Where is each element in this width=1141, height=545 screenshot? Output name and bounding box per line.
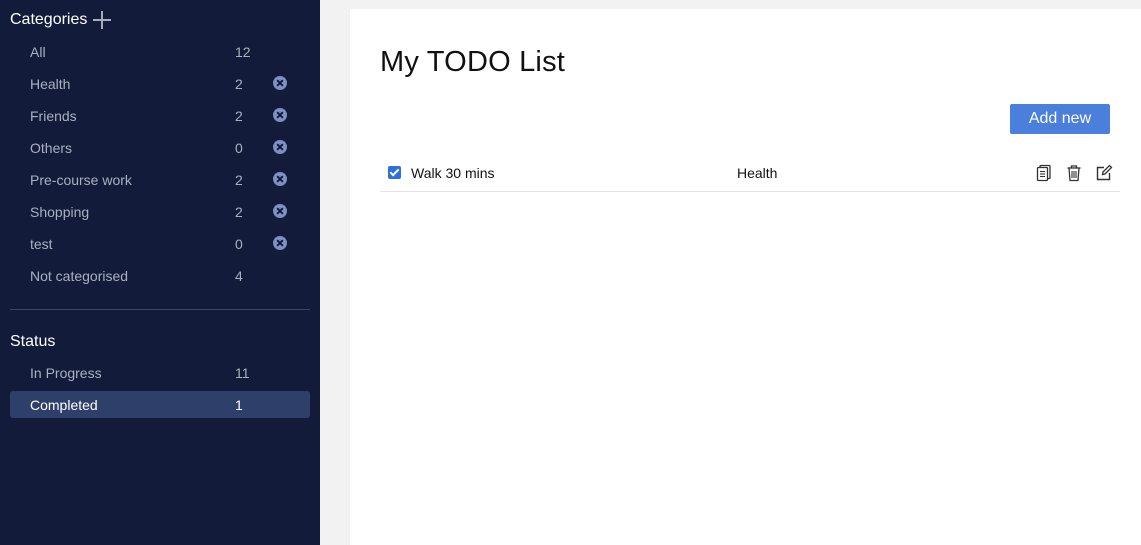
category-item-friends[interactable]: Friends 2: [10, 102, 310, 129]
sidebar: Categories All 12 Health 2 Friends 2 Oth…: [0, 0, 320, 545]
category-label: Friends: [30, 107, 77, 124]
category-label: test: [30, 235, 53, 252]
category-count: 2: [235, 171, 243, 188]
trash-icon[interactable]: [1065, 164, 1083, 182]
category-item-shopping[interactable]: Shopping 2: [10, 198, 310, 225]
status-title: Status: [10, 333, 56, 350]
categories-title: Categories: [10, 11, 88, 28]
copy-icon[interactable]: [1035, 164, 1053, 182]
category-item-pre-course-work[interactable]: Pre-course work 2: [10, 166, 310, 193]
category-count: 2: [235, 107, 243, 124]
todo-row: Walk 30 mins Health: [380, 157, 1120, 192]
status-label: Completed: [30, 396, 98, 413]
remove-category-close-icon[interactable]: [273, 204, 287, 218]
categories-header: Categories: [10, 11, 112, 29]
status-item-completed[interactable]: Completed 1: [10, 391, 310, 418]
remove-category-close-icon[interactable]: [273, 140, 287, 154]
remove-category-close-icon[interactable]: [273, 236, 287, 250]
category-label: All: [30, 43, 46, 60]
remove-category-close-icon[interactable]: [273, 76, 287, 90]
category-label: Not categorised: [30, 267, 129, 284]
category-item-health[interactable]: Health 2: [10, 70, 310, 97]
add-new-button[interactable]: Add new: [1010, 104, 1110, 134]
category-count: 2: [235, 75, 243, 92]
category-item-test[interactable]: test 0: [10, 230, 310, 257]
todo-text: Walk 30 mins: [411, 165, 495, 181]
category-item-not-categorised[interactable]: Not categorised 4: [10, 262, 310, 289]
category-label: Pre-course work: [30, 171, 132, 188]
sidebar-divider: [10, 309, 310, 310]
category-count: 12: [235, 43, 251, 60]
category-label: Shopping: [30, 203, 90, 220]
category-count: 0: [235, 139, 243, 156]
remove-category-close-icon[interactable]: [273, 172, 287, 186]
todo-done-checkbox[interactable]: [388, 166, 401, 179]
page-title: My TODO List: [380, 46, 566, 78]
status-item-in-progress[interactable]: In Progress 11: [10, 359, 310, 386]
category-item-others[interactable]: Others 0: [10, 134, 310, 161]
category-item-all[interactable]: All 12: [10, 38, 310, 65]
remove-category-close-icon[interactable]: [273, 108, 287, 122]
todo-category: Health: [737, 165, 778, 181]
category-count: 0: [235, 235, 243, 252]
edit-icon[interactable]: [1095, 164, 1113, 182]
status-count: 1: [235, 396, 243, 413]
main-panel: My TODO List Add new Walk 30 mins Health: [350, 9, 1141, 545]
status-header: Status: [10, 333, 55, 351]
category-count: 2: [235, 203, 243, 220]
add-category-plus-icon[interactable]: [93, 11, 112, 29]
status-label: In Progress: [30, 364, 102, 381]
category-count: 4: [235, 267, 243, 284]
status-count: 11: [235, 364, 250, 381]
category-label: Health: [30, 75, 71, 92]
category-label: Others: [30, 139, 73, 156]
